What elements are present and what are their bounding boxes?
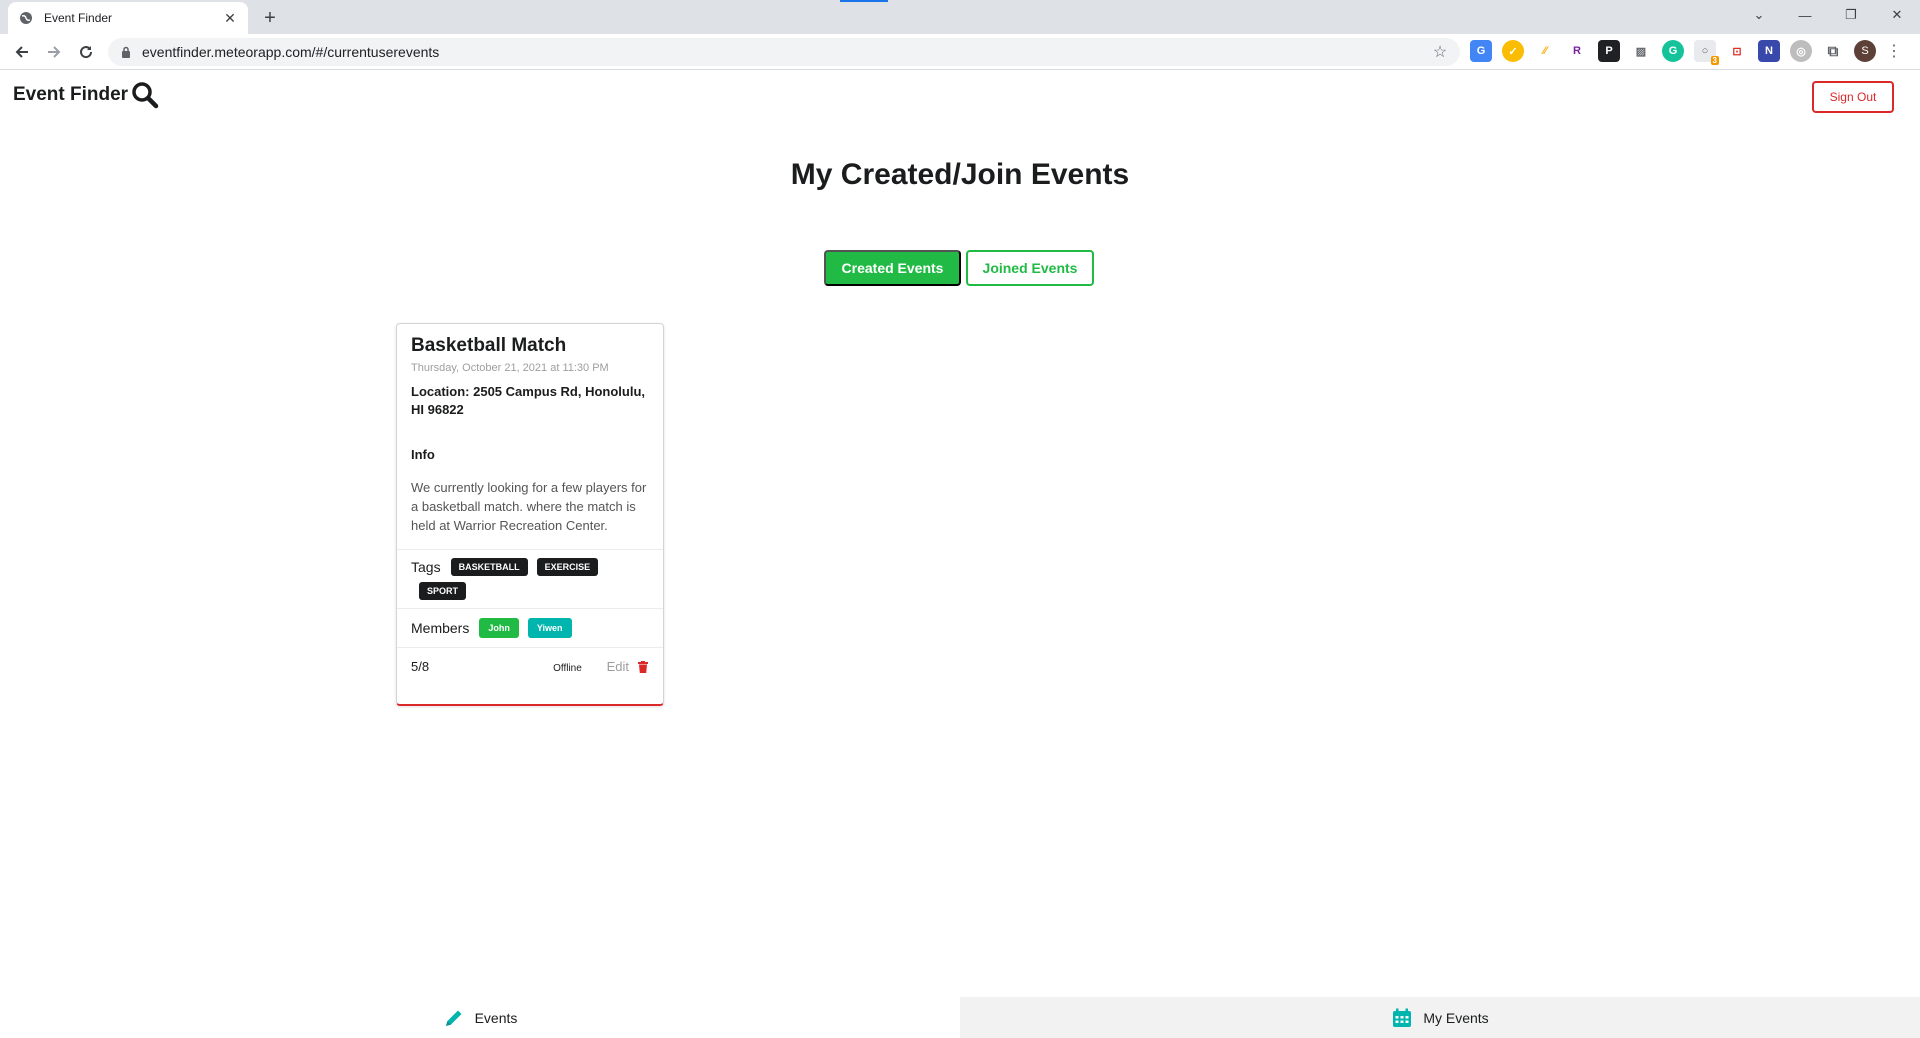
pencil-icon xyxy=(443,1007,465,1029)
event-card: Basketball Match Thursday, October 21, 2… xyxy=(396,323,664,706)
globe-extension-icon[interactable]: ◎ xyxy=(1790,40,1812,62)
badge-extension-icon[interactable]: ○ 3 xyxy=(1694,40,1719,65)
search-icon xyxy=(130,80,160,110)
event-members: Members John Yiwen xyxy=(397,608,663,647)
event-footer: 5/8 Offline Edit xyxy=(397,647,663,685)
event-description: We currently looking for a few players f… xyxy=(411,480,647,533)
event-tabs: Created Events Joined Events xyxy=(824,250,1094,286)
url-text: eventfinder.meteorapp.com/#/currentusere… xyxy=(142,44,440,60)
p-extension-icon[interactable]: P xyxy=(1598,40,1620,62)
r-extension-icon[interactable]: R xyxy=(1566,40,1588,62)
member-badge-yiwen: Yiwen xyxy=(527,618,572,638)
tags-label: Tags xyxy=(411,559,441,575)
extension-badge: 3 xyxy=(1710,56,1719,65)
sign-out-button[interactable]: Sign Out xyxy=(1812,81,1894,113)
event-datetime: Thursday, October 21, 2021 at 11:30 PM xyxy=(411,362,609,374)
puzzle-extension-icon[interactable]: ⧉ xyxy=(1822,40,1844,62)
event-info-heading: Info xyxy=(411,447,435,462)
page-title: My Created/Join Events xyxy=(790,158,1130,191)
norton-extension-icon[interactable]: ✓ xyxy=(1502,40,1524,62)
members-label: Members xyxy=(411,620,470,636)
photo-extension-icon[interactable]: ▨ xyxy=(1630,40,1652,62)
screenshot-extension-icon[interactable]: ⊡ xyxy=(1726,40,1748,62)
browser-menu-icon[interactable]: ⋮ xyxy=(1886,40,1902,62)
forward-icon[interactable] xyxy=(42,40,66,64)
event-tags: Tags BASKETBALL EXERCISE SPORT xyxy=(397,549,663,608)
event-mode: Offline xyxy=(553,663,582,674)
nav-events-label: Events xyxy=(474,1009,518,1026)
grammarly-extension-icon[interactable]: G xyxy=(1662,40,1684,62)
close-tab-icon[interactable]: ✕ xyxy=(222,10,238,26)
nav-events[interactable]: Events xyxy=(0,997,960,1038)
minimize-icon[interactable]: — xyxy=(1782,0,1828,30)
reload-icon[interactable] xyxy=(74,40,98,64)
tab-title: Event Finder xyxy=(44,11,113,25)
vs-extension-icon[interactable]: N xyxy=(1758,40,1780,62)
calendar-icon xyxy=(1391,1007,1413,1029)
app-header: Event Finder Sign Out xyxy=(0,70,1920,120)
close-window-icon[interactable]: ✕ xyxy=(1874,0,1920,30)
brand-logo[interactable]: Event Finder xyxy=(13,80,160,110)
profile-avatar[interactable]: S xyxy=(1854,40,1876,62)
nav-my-events-label: My Events xyxy=(1423,1009,1489,1026)
event-location: Location: 2505 Campus Rd, Honolulu, HI 9… xyxy=(411,384,646,417)
trash-icon[interactable] xyxy=(637,660,649,674)
tag-exercise: EXERCISE xyxy=(536,558,599,576)
restore-icon[interactable]: ❐ xyxy=(1828,0,1874,30)
edit-link[interactable]: Edit xyxy=(607,659,629,674)
google-translate-extension-icon[interactable]: G xyxy=(1470,40,1492,62)
back-icon[interactable] xyxy=(10,40,34,64)
browser-toolbar: eventfinder.meteorapp.com/#/currentusere… xyxy=(0,34,1920,70)
address-bar[interactable]: eventfinder.meteorapp.com/#/currentusere… xyxy=(108,38,1460,66)
bookmark-star-icon[interactable]: ☆ xyxy=(1430,42,1450,62)
tab-created-events[interactable]: Created Events xyxy=(824,250,961,286)
browser-tab-strip: Event Finder ✕ + ⌄ — ❐ ✕ xyxy=(0,0,1920,34)
member-count: 5/8 xyxy=(411,659,430,674)
lock-icon[interactable] xyxy=(118,44,134,60)
tab-joined-events[interactable]: Joined Events xyxy=(966,250,1094,286)
tab-search-icon[interactable]: ⌄ xyxy=(1736,0,1782,30)
member-badge-john: John xyxy=(479,618,519,638)
new-tab-icon[interactable]: + xyxy=(258,6,282,30)
pencil-extension-icon[interactable]: ⁄⁄ xyxy=(1534,40,1556,62)
bottom-nav: Events My Events xyxy=(0,997,1920,1038)
extensions-bar: G ✓ ⁄⁄ R P ▨ G ○ 3 ⊡ N ◎ ⧉ S ⋮ xyxy=(1470,40,1902,65)
nav-my-events[interactable]: My Events xyxy=(960,997,1920,1038)
tag-sport: SPORT xyxy=(419,582,467,600)
brand-name: Event Finder xyxy=(13,84,129,105)
event-title: Basketball Match xyxy=(411,335,567,356)
globe-icon xyxy=(18,10,34,26)
browser-tab[interactable]: Event Finder ✕ xyxy=(8,2,248,34)
window-controls: ⌄ — ❐ ✕ xyxy=(1736,0,1920,30)
tab-activity-indicator xyxy=(840,0,888,2)
tag-basketball: BASKETBALL xyxy=(450,558,528,576)
